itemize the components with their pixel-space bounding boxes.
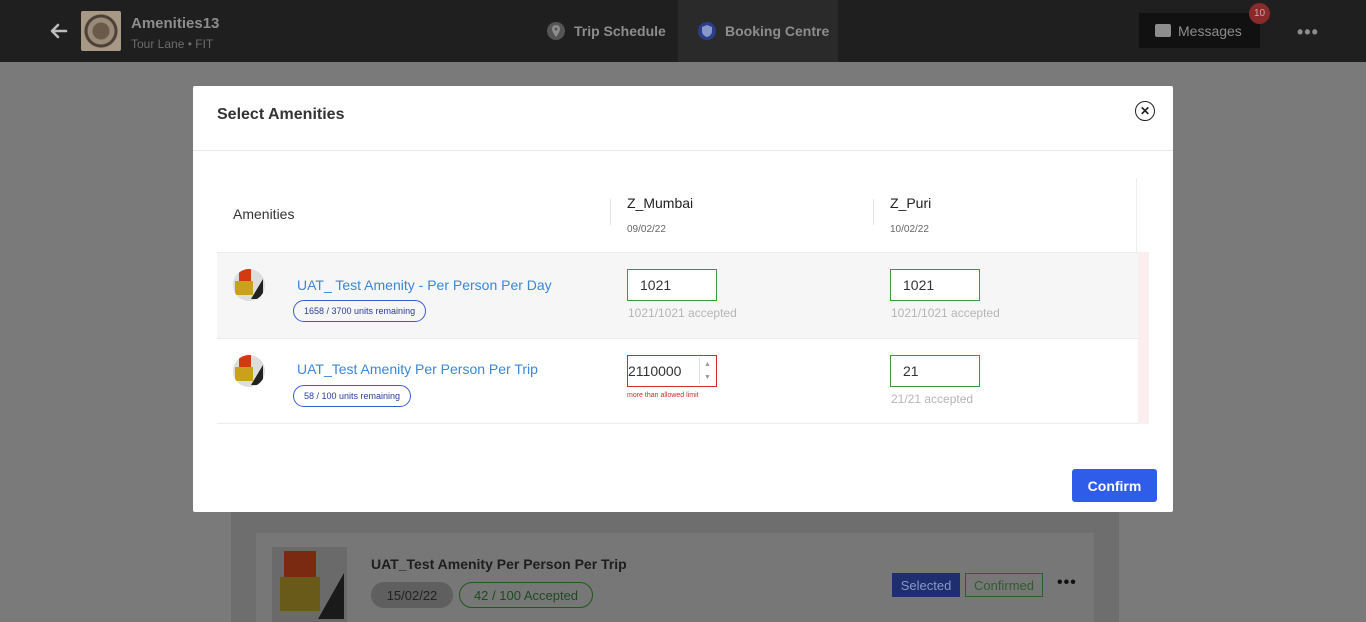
table-row: UAT_Test Amenity Per Person Per Trip 58 … <box>217 338 1149 424</box>
quantity-input[interactable]: 1021 <box>627 269 717 301</box>
more-icon[interactable]: ••• <box>1297 22 1319 43</box>
back-arrow-icon[interactable] <box>46 18 72 44</box>
confirm-button[interactable]: Confirm <box>1072 469 1157 502</box>
top-bar: Amenities13 Tour Lane • FIT Trip Schedul… <box>0 0 1366 62</box>
accepted-count: 21/21 accepted <box>891 392 974 406</box>
messages-label: Messages <box>1178 22 1242 39</box>
tab-booking-centre[interactable]: Booking Centre <box>678 0 838 62</box>
amenity-name-link[interactable]: UAT_ Test Amenity - Per Person Per Day <box>297 277 552 293</box>
messages-count-badge: 10 <box>1249 3 1270 24</box>
tab-label: Trip Schedule <box>574 23 666 39</box>
quantity-input[interactable]: 21 <box>890 355 980 387</box>
location-pin-icon <box>547 22 565 40</box>
trip-avatar <box>81 11 121 51</box>
confirmed-badge: Confirmed <box>965 573 1043 597</box>
modal-title: Select Amenities <box>217 106 345 123</box>
modal-divider <box>193 150 1173 151</box>
card-accepted-badge: 42 / 100 Accepted <box>459 582 593 608</box>
column-divider <box>873 199 874 225</box>
location-date: 09/02/22 <box>627 224 666 235</box>
tab-trip-schedule[interactable]: Trip Schedule <box>547 0 666 62</box>
amenity-thumbnail <box>233 355 265 387</box>
quantity-error-message: more than allowed limit <box>627 392 699 399</box>
chat-icon <box>1155 24 1171 37</box>
units-remaining-badge: 58 / 100 units remaining <box>293 385 412 407</box>
location-date: 10/02/22 <box>890 224 929 235</box>
location-header-puri: Z_Puri 10/02/22 <box>890 195 931 235</box>
column-divider <box>1136 178 1137 252</box>
quantity-input[interactable]: 1021 <box>890 269 980 301</box>
amenities-column-header: Amenities <box>233 206 295 222</box>
quantity-stepper[interactable]: ▲ ▼ <box>699 358 715 384</box>
trip-subtitle: Tour Lane • FIT <box>131 37 214 51</box>
accepted-count: 1021/1021 accepted <box>891 306 1000 320</box>
location-city: Z_Puri <box>890 195 932 211</box>
selected-badge: Selected <box>892 573 960 597</box>
amenity-name-link[interactable]: UAT_Test Amenity Per Person Per Trip <box>297 361 538 377</box>
units-remaining-badge: 1658 / 3700 units remaining <box>293 300 427 322</box>
card-title: UAT_Test Amenity Per Person Per Trip <box>371 556 627 572</box>
tab-label: Booking Centre <box>725 23 830 39</box>
column-divider <box>610 199 611 225</box>
shield-icon <box>698 22 716 40</box>
stepper-up-icon[interactable]: ▲ <box>704 361 711 368</box>
amenity-thumbnail <box>233 269 265 301</box>
close-icon[interactable]: ✕ <box>1135 101 1155 121</box>
card-date-badge: 15/02/22 <box>371 582 453 608</box>
location-city: Z_Mumbai <box>627 195 694 211</box>
location-header-mumbai: Z_Mumbai 09/02/22 <box>627 195 693 235</box>
amenity-image <box>272 547 347 622</box>
horizontal-scroll-indicator[interactable] <box>1138 252 1149 424</box>
messages-button[interactable]: Messages <box>1139 13 1260 48</box>
table-row: UAT_ Test Amenity - Per Person Per Day 1… <box>217 252 1149 338</box>
quantity-value: 2110000 <box>628 363 682 379</box>
accepted-count: 1021/1021 accepted <box>628 306 737 320</box>
quantity-input[interactable]: 2110000 ▲ ▼ <box>627 355 717 387</box>
card-more-icon[interactable]: ••• <box>1057 574 1077 592</box>
select-amenities-modal: Select Amenities ✕ Amenities Z_Mumbai 09… <box>193 86 1173 512</box>
trip-title: Amenities13 <box>131 15 220 32</box>
stepper-down-icon[interactable]: ▼ <box>704 374 711 381</box>
